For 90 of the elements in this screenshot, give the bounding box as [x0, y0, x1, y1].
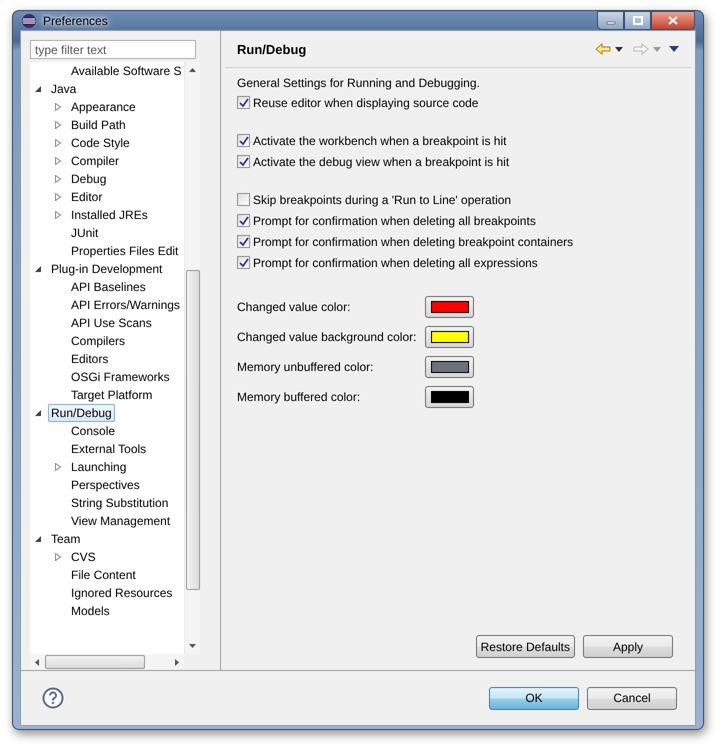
tree-item[interactable]: OSGi Frameworks: [68, 368, 173, 386]
checkbox[interactable]: [237, 193, 250, 206]
tree-item[interactable]: Build Path: [68, 116, 129, 134]
collapsed-icon[interactable]: [54, 103, 62, 111]
page-description: General Settings for Running and Debugging.: [237, 76, 481, 90]
tree-item[interactable]: Debug: [68, 170, 110, 188]
expanded-icon[interactable]: [34, 535, 42, 543]
tree-item[interactable]: Console: [68, 422, 118, 440]
scroll-up-icon[interactable]: [189, 67, 196, 74]
tree-item[interactable]: Editors: [68, 350, 112, 368]
tree-item[interactable]: Compiler: [68, 152, 122, 170]
window-title: Preferences: [43, 14, 108, 28]
checkbox-label: Reuse editor when displaying source code: [253, 96, 478, 110]
tree-item[interactable]: Appearance: [68, 98, 139, 116]
color-picker-button[interactable]: [425, 326, 474, 348]
tree-item[interactable]: Properties Files Edit: [68, 242, 182, 260]
page-title: Run/Debug: [237, 42, 306, 56]
tree-item[interactable]: Installed JREs: [68, 206, 151, 224]
tree-item[interactable]: Java: [48, 80, 80, 98]
tree-item[interactable]: Ignored Resources: [68, 584, 176, 602]
scroll-right-icon[interactable]: [173, 658, 180, 666]
color-picker-button[interactable]: [425, 356, 474, 378]
tree-item[interactable]: Models: [68, 602, 113, 620]
tree-item[interactable]: View Management: [68, 512, 174, 530]
tree-item[interactable]: Run/Debug: [48, 404, 115, 422]
close-button[interactable]: [651, 11, 695, 30]
view-menu-icon[interactable]: [669, 46, 679, 52]
scrollbar-corner: [184, 654, 200, 670]
tree-item[interactable]: API Errors/Warnings: [68, 296, 183, 314]
tree-item[interactable]: External Tools: [68, 440, 150, 458]
tree-item[interactable]: Target Platform: [68, 386, 156, 404]
vertical-scrollbar[interactable]: [184, 62, 200, 654]
tree-item[interactable]: Code Style: [68, 134, 133, 152]
dropdown-icon[interactable]: [615, 46, 623, 52]
minimize-button[interactable]: [597, 11, 624, 30]
tree-item[interactable]: JUnit: [68, 224, 102, 242]
app-icon: [21, 12, 37, 28]
tree-item[interactable]: API Baselines: [68, 278, 149, 296]
color-picker-button[interactable]: [425, 296, 474, 318]
tree-item[interactable]: Perspectives: [68, 476, 143, 494]
checkbox-label: Activate the workbench when a breakpoint is hit: [253, 134, 506, 148]
expanded-icon[interactable]: [34, 409, 42, 417]
collapsed-icon[interactable]: [54, 553, 62, 561]
collapsed-icon[interactable]: [54, 211, 62, 219]
collapsed-icon[interactable]: [54, 121, 62, 129]
help-icon[interactable]: [42, 687, 64, 709]
scroll-down-icon[interactable]: [189, 642, 196, 649]
checkbox-label: Activate the debug view when a breakpoint is hit: [253, 154, 510, 168]
checkbox[interactable]: [237, 214, 250, 227]
color-label: Changed value color:: [237, 300, 352, 314]
color-label: Memory buffered color:: [237, 390, 362, 404]
checkbox-label: Prompt for confirmation when deleting all expressions: [253, 256, 538, 270]
tree-item[interactable]: File Content: [68, 566, 139, 584]
expanded-icon[interactable]: [34, 85, 42, 93]
color-label: Memory unbuffered color:: [237, 360, 375, 374]
checkbox[interactable]: [237, 155, 250, 168]
checkbox-label: Prompt for confirmation when deleting breakpoint containers: [253, 234, 574, 248]
checkbox[interactable]: [237, 235, 250, 248]
tree-item[interactable]: Compilers: [68, 332, 128, 350]
tree-item[interactable]: Available Software S: [68, 62, 184, 80]
collapsed-icon[interactable]: [54, 157, 62, 165]
checkbox-label: Skip breakpoints during a 'Run to Line' operation: [253, 192, 512, 206]
expanded-icon[interactable]: [34, 265, 42, 273]
checkbox-label: Prompt for confirmation when deleting all breakpoints: [253, 214, 536, 228]
close-icon: [668, 16, 678, 25]
scroll-left-icon[interactable]: [34, 658, 41, 666]
dialog-button[interactable]: Cancel: [587, 686, 677, 710]
collapsed-icon[interactable]: [54, 463, 62, 471]
tree-item[interactable]: API Use Scans: [68, 314, 155, 332]
filter-field[interactable]: type filter text: [30, 40, 196, 59]
checkbox[interactable]: [237, 134, 250, 147]
checkbox[interactable]: [237, 96, 250, 109]
collapsed-icon[interactable]: [54, 175, 62, 183]
color-label: Changed value background color:: [237, 330, 418, 344]
page-button[interactable]: Apply: [583, 635, 673, 658]
collapsed-icon[interactable]: [54, 193, 62, 201]
page-button[interactable]: Restore Defaults: [476, 635, 575, 658]
tree-item[interactable]: Plug-in Development: [48, 260, 166, 278]
tree-item[interactable]: String Substitution: [68, 494, 172, 512]
tree-item[interactable]: Launching: [68, 458, 130, 476]
collapsed-icon[interactable]: [54, 139, 62, 147]
horizontal-scrollbar[interactable]: [30, 654, 184, 670]
tree-item[interactable]: CVS: [68, 548, 99, 566]
color-picker-button[interactable]: [425, 386, 474, 408]
maximize-button[interactable]: [624, 11, 651, 30]
tree-item[interactable]: Team: [48, 530, 84, 548]
dialog-button[interactable]: OK: [489, 686, 579, 710]
checkbox[interactable]: [237, 256, 250, 269]
tree-item[interactable]: Editor: [68, 188, 106, 206]
maximize-icon: [632, 16, 642, 25]
